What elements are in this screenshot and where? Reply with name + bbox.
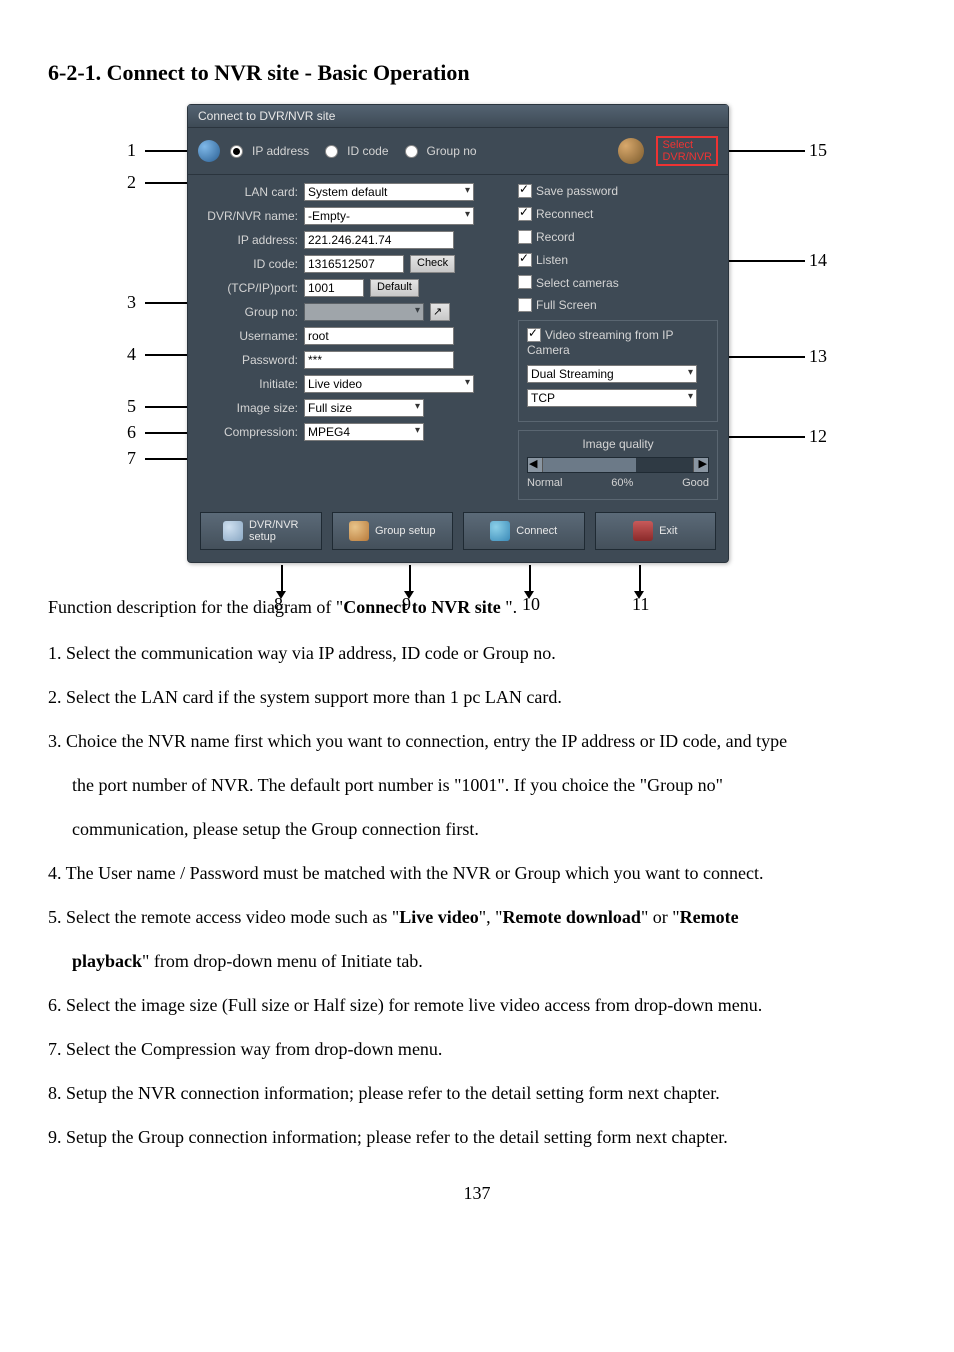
compression-label: Compression:: [198, 425, 298, 439]
dialog-diagram: 1 2 3 4 5 6 7 15 14 13 12 8 9 10 11 Conn…: [127, 104, 827, 563]
username-input[interactable]: root: [304, 327, 454, 345]
select-cameras-label: Select cameras: [536, 275, 619, 289]
desc-item-9: 9. Setup the Group connection informatio…: [48, 1119, 906, 1155]
desc-item-3-line3: communication, please setup the Group co…: [48, 811, 906, 847]
password-input[interactable]: ***: [304, 351, 454, 369]
callout-10: 10: [522, 594, 540, 615]
record-checkbox[interactable]: [518, 230, 532, 244]
save-password-checkbox[interactable]: [518, 184, 532, 198]
radio-group-no[interactable]: [405, 145, 418, 158]
streaming-mode-select[interactable]: Dual Streaming: [527, 365, 697, 383]
desc-item-4: 4. The User name / Password must be matc…: [48, 855, 906, 891]
dvr-name-label: DVR/NVR name:: [198, 209, 298, 223]
callout-2: 2: [127, 172, 136, 193]
globe-icon: [198, 140, 220, 162]
group-go-button[interactable]: ↗: [430, 303, 450, 321]
password-label: Password:: [198, 353, 298, 367]
desc-item-6: 6. Select the image size (Full size or H…: [48, 987, 906, 1023]
group-no-select: [304, 303, 424, 321]
exit-icon: [633, 521, 653, 541]
id-code-label: ID code:: [198, 257, 298, 271]
connect-icon: [490, 521, 510, 541]
port-label: (TCP/IP)port:: [198, 281, 298, 295]
callout-5: 5: [127, 396, 136, 417]
full-screen-label: Full Screen: [536, 298, 597, 312]
callout-9: 9: [402, 594, 411, 615]
group-setup-icon: [349, 521, 369, 541]
port-input[interactable]: 1001: [304, 279, 364, 297]
select-dvr-icon: [618, 138, 644, 164]
lan-card-label: LAN card:: [198, 185, 298, 199]
desc-item-3-line1: 3. Choice the NVR name first which you w…: [48, 723, 906, 759]
ip-address-input[interactable]: 221.246.241.74: [304, 231, 454, 249]
video-streaming-groupbox: Video streaming from IP Camera Dual Stre…: [518, 320, 718, 422]
callout-8: 8: [274, 594, 283, 615]
check-button[interactable]: Check: [410, 255, 455, 273]
desc-item-2: 2. Select the LAN card if the system sup…: [48, 679, 906, 715]
desc-item-3-line2: the port number of NVR. The default port…: [48, 767, 906, 803]
dvr-name-select[interactable]: -Empty-: [304, 207, 474, 225]
group-setup-button[interactable]: Group setup: [332, 512, 454, 550]
desc-item-7: 7. Select the Compression way from drop-…: [48, 1031, 906, 1067]
callout-3: 3: [127, 292, 136, 313]
radio-id-label: ID code: [347, 144, 388, 158]
desc-item-5-line2: playback" from drop-down menu of Initiat…: [48, 943, 906, 979]
initiate-select[interactable]: Live video: [304, 375, 474, 393]
callout-13: 13: [809, 346, 827, 367]
video-streaming-checkbox[interactable]: [527, 328, 541, 342]
image-quality-title: Image quality: [527, 437, 709, 451]
radio-ip-label: IP address: [252, 144, 309, 158]
connect-button[interactable]: Connect: [463, 512, 585, 550]
callout-15: 15: [809, 140, 827, 161]
callout-6: 6: [127, 422, 136, 443]
callout-11: 11: [632, 594, 649, 615]
video-streaming-label: Video streaming from IP Camera: [527, 328, 673, 357]
intro-text: Function description for the diagram of …: [48, 591, 906, 623]
select-cameras-checkbox[interactable]: [518, 275, 532, 289]
default-port-button[interactable]: Default: [370, 279, 419, 297]
compression-select[interactable]: MPEG4: [304, 423, 424, 441]
radio-id-code[interactable]: [325, 145, 338, 158]
listen-label: Listen: [536, 253, 568, 267]
select-dvr-button[interactable]: Select DVR/NVR: [656, 136, 718, 166]
full-screen-checkbox[interactable]: [518, 298, 532, 312]
desc-item-1: 1. Select the communication way via IP a…: [48, 635, 906, 671]
reconnect-checkbox[interactable]: [518, 207, 532, 221]
id-code-input[interactable]: 1316512507: [304, 255, 404, 273]
desc-item-5-line1: 5. Select the remote access video mode s…: [48, 899, 906, 935]
image-size-select[interactable]: Full size: [304, 399, 424, 417]
radio-group-label: Group no: [427, 144, 477, 158]
ip-address-label: IP address:: [198, 233, 298, 247]
iq-good-label: Good: [682, 477, 709, 489]
save-password-label: Save password: [536, 184, 618, 198]
iq-percent-label: 60%: [611, 477, 633, 489]
radio-ip-address[interactable]: [230, 145, 243, 158]
initiate-label: Initiate:: [198, 377, 298, 391]
page-number: 137: [48, 1183, 906, 1204]
connect-dialog: Connect to DVR/NVR site IP address ID co…: [187, 104, 729, 563]
callout-14: 14: [809, 250, 827, 271]
callout-12: 12: [809, 426, 827, 447]
streaming-protocol-select[interactable]: TCP: [527, 389, 697, 407]
callout-1: 1: [127, 140, 136, 161]
lan-card-select[interactable]: System default: [304, 183, 474, 201]
dvr-setup-button[interactable]: DVR/NVR setup: [200, 512, 322, 550]
image-size-label: Image size:: [198, 401, 298, 415]
username-label: Username:: [198, 329, 298, 343]
reconnect-label: Reconnect: [536, 207, 593, 221]
image-quality-groupbox: Image quality ◀ ▶ Normal 60% Good: [518, 430, 718, 500]
listen-checkbox[interactable]: [518, 253, 532, 267]
image-quality-slider[interactable]: ◀ ▶: [527, 457, 709, 473]
dialog-title: Connect to DVR/NVR site: [188, 105, 728, 128]
callout-4: 4: [127, 344, 136, 365]
group-no-label: Group no:: [198, 305, 298, 319]
callout-7: 7: [127, 448, 136, 469]
desc-item-8: 8. Setup the NVR connection information;…: [48, 1075, 906, 1111]
record-label: Record: [536, 230, 575, 244]
exit-button[interactable]: Exit: [595, 512, 717, 550]
dvr-setup-icon: [223, 521, 243, 541]
section-heading: 6-2-1. Connect to NVR site - Basic Opera…: [48, 60, 906, 86]
iq-normal-label: Normal: [527, 477, 562, 489]
